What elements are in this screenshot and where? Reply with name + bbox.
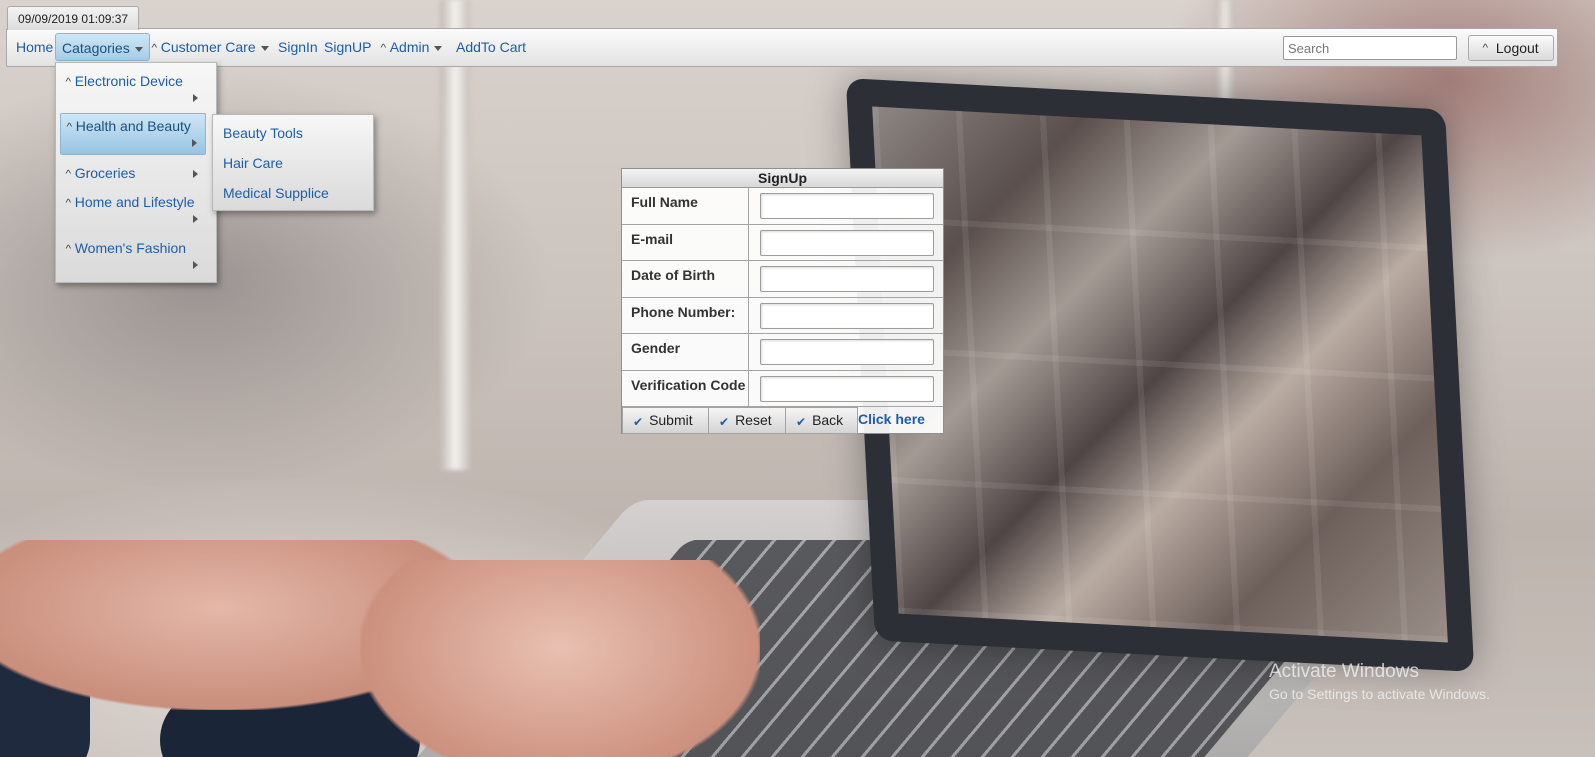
- email-field[interactable]: [760, 229, 934, 256]
- checkmark-icon: ✔: [719, 415, 730, 429]
- menu-item-electronic-device[interactable]: ^ Electronic Device: [60, 73, 206, 109]
- nav-admin-label: Admin: [389, 39, 430, 55]
- date-of-birth-field[interactable]: [760, 266, 934, 292]
- menu-item-womens-fashion[interactable]: ^ Women's Fashion: [60, 240, 206, 276]
- gender-label: Gender: [622, 334, 749, 370]
- chevron-up-icon: ^: [66, 121, 73, 133]
- form-row-gender: Gender: [622, 334, 943, 371]
- chevron-right-icon: [192, 139, 197, 147]
- date-of-birth-label: Date of Birth: [622, 261, 749, 297]
- submenu-item-hair-care[interactable]: Hair Care: [223, 155, 283, 171]
- chevron-up-icon: ^: [1482, 43, 1489, 55]
- menu-item-home-and-lifestyle[interactable]: ^ Home and Lifestyle: [60, 194, 206, 230]
- nav-customer-care[interactable]: ^ Customer Care: [152, 29, 269, 66]
- phone-number-field[interactable]: [760, 302, 934, 329]
- verification-code-field[interactable]: [760, 375, 934, 402]
- checkmark-icon: ✔: [633, 415, 644, 429]
- logout-button[interactable]: ^ Logout: [1468, 35, 1554, 61]
- full-name-label: Full Name: [622, 188, 749, 224]
- datetime-display: 09/09/2019 01:09:37: [7, 6, 140, 30]
- nav-customer-care-label: Customer Care: [160, 39, 256, 55]
- chevron-right-icon: [193, 261, 198, 269]
- chevron-right-icon: [193, 170, 198, 178]
- menu-item-label: Groceries: [74, 165, 136, 181]
- checkmark-icon: ✔: [796, 415, 807, 429]
- chevron-up-icon: ^: [65, 243, 72, 255]
- back-button[interactable]: ✔ Back: [785, 407, 858, 434]
- form-row-date-of-birth: Date of Birth: [622, 261, 943, 298]
- chevron-down-icon: [134, 46, 143, 52]
- nav-categories[interactable]: Catagories: [55, 33, 150, 61]
- chevron-up-icon: ^: [65, 168, 72, 180]
- submit-label: Submit: [649, 412, 693, 428]
- menu-item-groceries[interactable]: ^ Groceries: [60, 165, 206, 187]
- health-beauty-submenu: Beauty Tools Hair Care Medical Supplice: [212, 114, 374, 211]
- activate-windows-hint: Go to Settings to activate Windows.: [1269, 686, 1490, 702]
- search-input[interactable]: [1283, 36, 1457, 60]
- menu-item-label: Electronic Device: [74, 73, 183, 89]
- logout-label: Logout: [1495, 40, 1539, 56]
- submenu-item-beauty-tools[interactable]: Beauty Tools: [223, 125, 303, 141]
- reset-label: Reset: [735, 412, 772, 428]
- signup-form-title: SignUp: [622, 169, 943, 188]
- form-row-verification-code: Verification Code: [622, 370, 943, 407]
- reset-button[interactable]: ✔ Reset: [708, 407, 786, 434]
- categories-dropdown: ^ Electronic Device ^ Health and Beauty ^ G…: [55, 62, 217, 283]
- chevron-down-icon: [434, 45, 443, 51]
- form-button-row: ✔ Submit ✔ Reset ✔ Back Click here: [622, 407, 943, 434]
- form-row-phone-number: Phone Number:: [622, 297, 943, 334]
- chevron-up-icon: ^: [65, 76, 72, 88]
- form-row-email: E-mail: [622, 224, 943, 261]
- menu-item-health-and-beauty[interactable]: ^ Health and Beauty: [60, 113, 206, 155]
- phone-number-label: Phone Number:: [622, 297, 749, 333]
- nav-signin[interactable]: SignIn: [278, 29, 318, 66]
- form-row-full-name: Full Name: [622, 188, 943, 225]
- activate-windows-watermark: Activate Windows: [1269, 661, 1419, 682]
- signup-form: SignUp Full Name E-mail Date of Birth Ph…: [621, 168, 944, 434]
- menu-item-label: Health and Beauty: [75, 118, 191, 134]
- nav-home[interactable]: Home: [16, 29, 53, 66]
- full-name-field[interactable]: [760, 193, 934, 219]
- gender-field[interactable]: [760, 339, 934, 365]
- nav-add-to-cart[interactable]: AddTo Cart: [456, 29, 526, 66]
- nav-signup[interactable]: SignUP: [324, 29, 371, 66]
- menu-item-label: Home and Lifestyle: [74, 194, 195, 210]
- chevron-up-icon: ^: [380, 42, 387, 54]
- chevron-up-icon: ^: [65, 197, 72, 209]
- chevron-right-icon: [193, 94, 198, 102]
- back-label: Back: [812, 412, 844, 428]
- nav-admin[interactable]: ^ Admin: [380, 29, 443, 66]
- chevron-down-icon: [260, 45, 269, 51]
- submenu-item-medical-supplice[interactable]: Medical Supplice: [223, 185, 329, 201]
- chevron-right-icon: [193, 215, 198, 223]
- nav-categories-label: Catagories: [62, 40, 130, 56]
- verification-code-label: Verification Code: [622, 370, 749, 406]
- menu-item-label: Women's Fashion: [74, 240, 187, 256]
- email-label: E-mail: [622, 224, 749, 260]
- submit-button[interactable]: ✔ Submit: [622, 407, 709, 434]
- click-here-link[interactable]: Click here: [858, 407, 925, 432]
